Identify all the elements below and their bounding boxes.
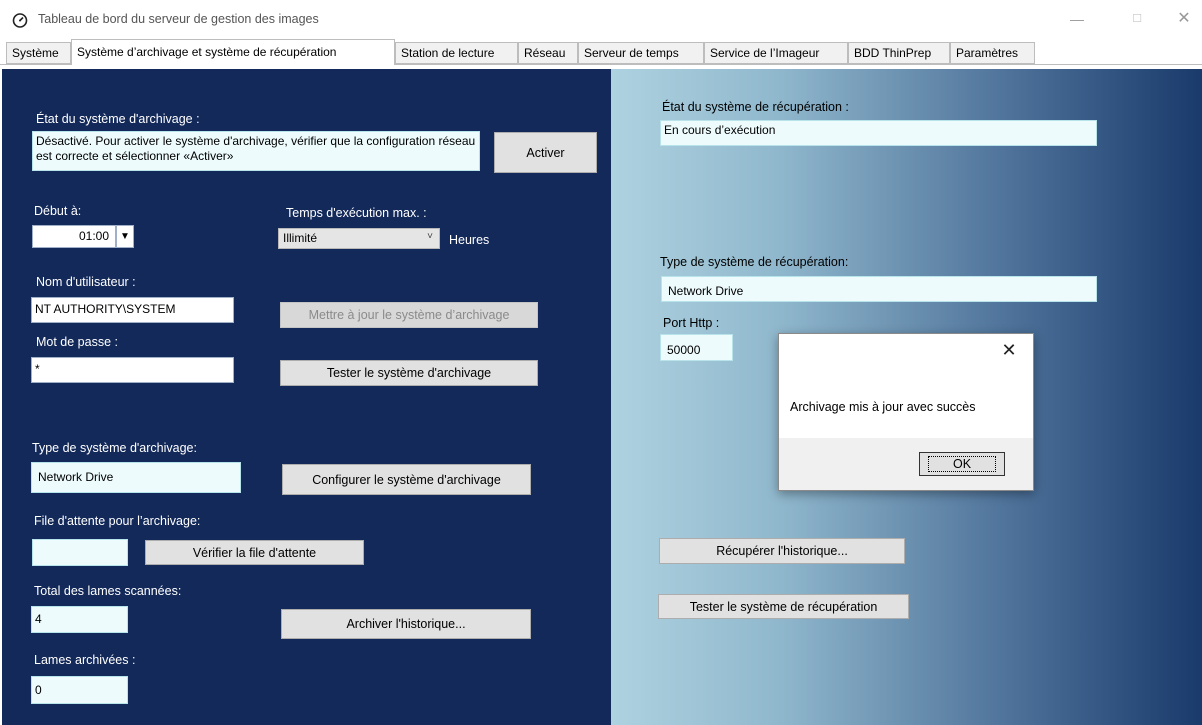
- tab-bdd-thinprep[interactable]: BDD ThinPrep: [848, 42, 950, 64]
- tab-reseau[interactable]: Réseau: [518, 42, 578, 64]
- http-port-value: 50000: [660, 334, 733, 361]
- close-icon[interactable]: ✕: [999, 340, 1019, 360]
- dialog-message: Archivage mis à jour avec succès: [790, 400, 976, 414]
- chevron-down-icon[interactable]: ▼: [116, 225, 134, 248]
- username-label: Nom d'utilisateur :: [36, 275, 136, 289]
- ok-button[interactable]: OK: [919, 452, 1005, 476]
- archive-history-button[interactable]: Archiver l'historique...: [281, 609, 531, 639]
- max-runtime-label: Temps d'exécution max. :: [286, 206, 427, 220]
- configure-archive-button[interactable]: Configurer le système d'archivage: [282, 464, 531, 495]
- chevron-down-icon: ˅: [427, 231, 433, 242]
- dialog-footer: OK: [779, 438, 1033, 490]
- success-dialog: ✕ Archivage mis à jour avec succès OK: [778, 333, 1034, 491]
- retrieval-status-label: État du système de récupération :: [662, 100, 849, 114]
- retrieval-type-value: Network Drive: [661, 276, 1097, 302]
- start-time-input[interactable]: 01:00: [32, 225, 116, 248]
- check-queue-button[interactable]: Vérifier la file d'attente: [145, 540, 364, 565]
- archived-slides-value: 0: [31, 676, 128, 704]
- tab-systeme[interactable]: Système: [6, 42, 71, 64]
- total-slides-label: Total des lames scannées:: [34, 584, 182, 598]
- archived-slides-label: Lames archivées :: [34, 653, 136, 667]
- activate-button[interactable]: Activer: [494, 132, 597, 173]
- window-title: Tableau de bord du serveur de gestion de…: [38, 12, 319, 26]
- password-input[interactable]: *: [31, 357, 234, 383]
- retrieval-status-value: En cours d’exécution: [660, 120, 1097, 146]
- archive-status-label: État du système d'archivage :: [36, 112, 200, 126]
- stopwatch-icon: [12, 13, 28, 28]
- test-archive-button[interactable]: Tester le système d'archivage: [280, 360, 538, 386]
- max-runtime-select[interactable]: Illimité ˅: [278, 228, 440, 249]
- max-runtime-value: Illimité: [283, 231, 318, 245]
- maximize-button[interactable]: ☐: [1123, 8, 1151, 30]
- archive-type-label: Type de système d'archivage:: [32, 441, 197, 455]
- runtime-unit-label: Heures: [449, 233, 490, 247]
- tab-serveur-temps[interactable]: Serveur de temps: [578, 42, 704, 64]
- minimize-button[interactable]: —: [1063, 8, 1091, 30]
- archive-status-text: Désactivé. Pour activer le système d'arc…: [32, 131, 480, 171]
- retrieval-type-label: Type de système de récupération:: [660, 255, 849, 269]
- archive-queue-label: File d'attente pour l’archivage:: [34, 514, 201, 528]
- archive-type-value: Network Drive: [31, 462, 241, 493]
- ok-button-label: OK: [927, 456, 997, 472]
- test-retrieval-button[interactable]: Tester le système de récupération: [658, 594, 909, 619]
- tab-station-lecture[interactable]: Station de lecture: [395, 42, 518, 64]
- tab-archivage-recuperation[interactable]: Système d’archivage et système de récupé…: [71, 39, 395, 65]
- start-time-label: Début à:: [34, 204, 82, 218]
- http-port-label: Port Http :: [663, 316, 720, 330]
- tab-service-imageur[interactable]: Service de l’Imageur: [704, 42, 848, 64]
- retrieve-history-button[interactable]: Récupérer l'historique...: [659, 538, 905, 564]
- tab-parametres[interactable]: Paramètres: [950, 42, 1035, 64]
- update-archive-button[interactable]: Mettre à jour le système d’archivage: [280, 302, 538, 328]
- password-label: Mot de passe :: [36, 335, 118, 349]
- close-window-button[interactable]: ✕: [1170, 8, 1198, 30]
- total-slides-value: 4: [31, 606, 128, 633]
- archive-queue-value: [32, 539, 128, 566]
- username-input[interactable]: NT AUTHORITY\SYSTEM: [31, 297, 234, 323]
